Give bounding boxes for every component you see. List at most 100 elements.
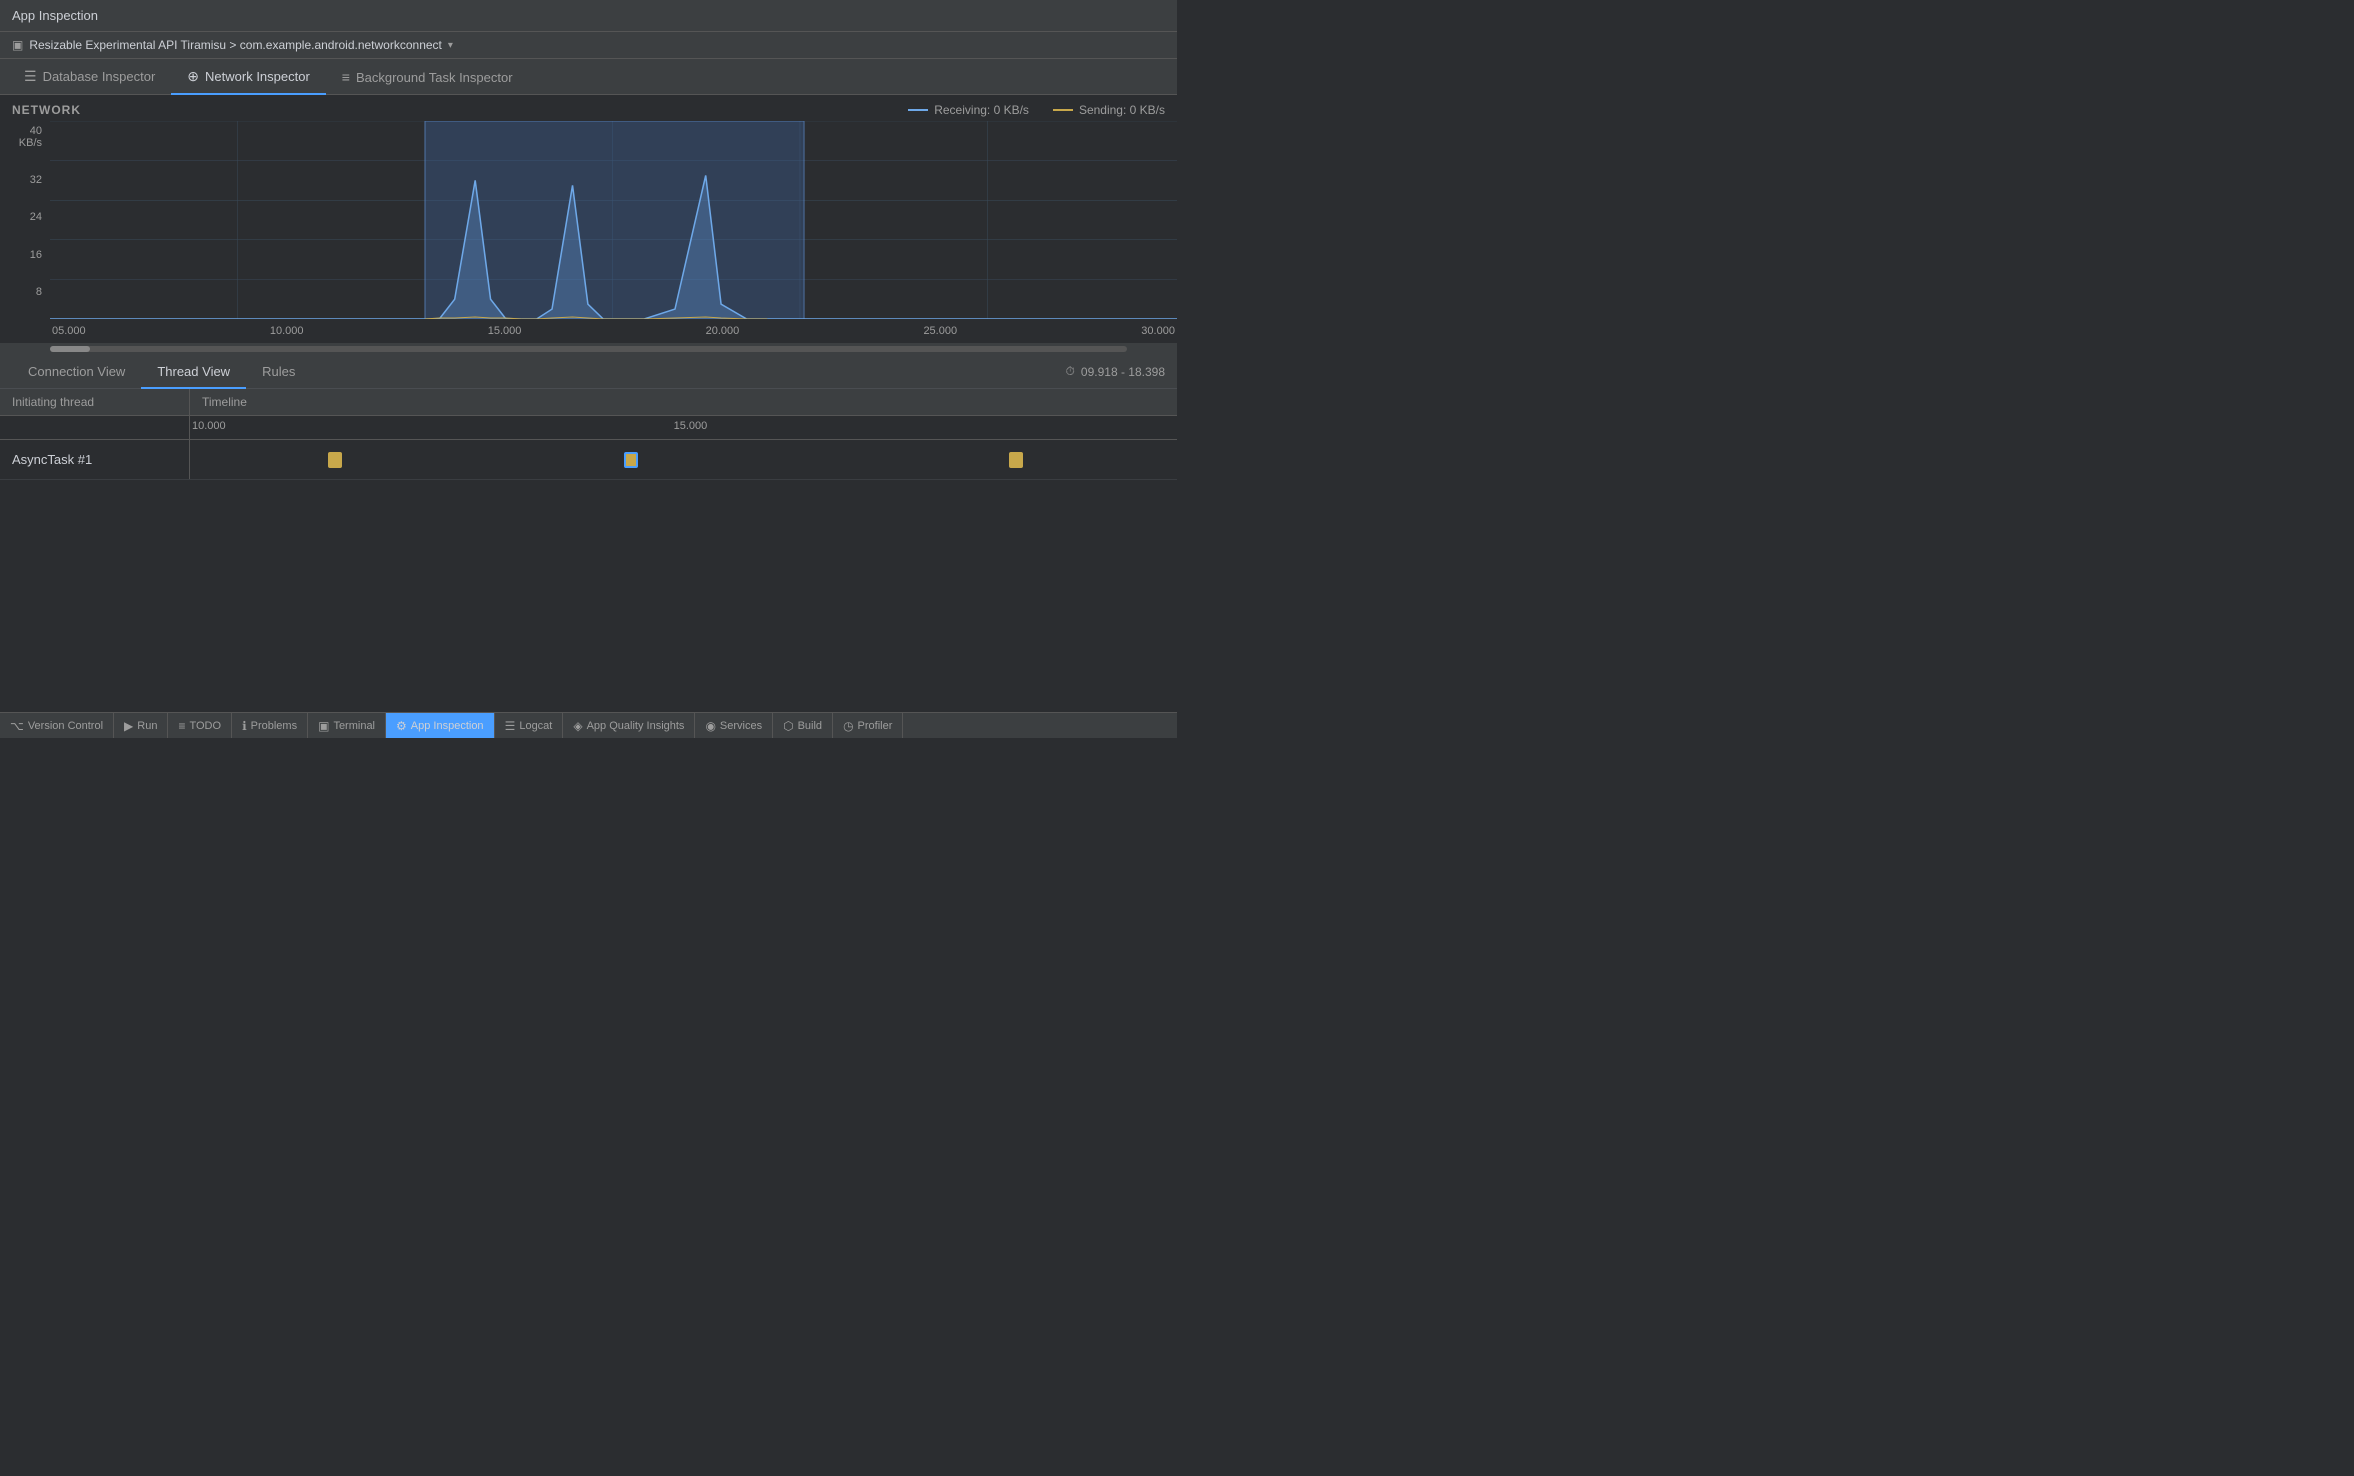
col-initiating-thread: Initiating thread (0, 389, 190, 415)
tab-thread-view[interactable]: Thread View (141, 356, 246, 389)
problems-icon: ℹ (242, 719, 247, 733)
network-header: NETWORK Receiving: 0 KB/s Sending: 0 KB/… (0, 103, 1177, 121)
ticks-label-spacer (0, 416, 190, 439)
y-axis-24: 24 (8, 211, 42, 223)
receiving-legend-line (908, 109, 928, 111)
background-tab-label: Background Task Inspector (356, 70, 513, 85)
title-bar: App Inspection (0, 0, 1177, 32)
x-label-10: 10.000 (270, 325, 304, 337)
device-bar: ▣ Resizable Experimental API Tiramisu > … (0, 32, 1177, 59)
thread-view-label: Thread View (157, 364, 230, 379)
app-title: App Inspection (12, 8, 98, 23)
device-selector[interactable]: ▣ Resizable Experimental API Tiramisu > … (12, 38, 453, 52)
tab-rules[interactable]: Rules (246, 356, 311, 389)
col-timeline: Timeline (190, 389, 1177, 415)
timeline-block-1[interactable] (328, 452, 342, 468)
timeline-ticks-area: 10.000 15.000 (190, 416, 1177, 439)
status-version-control[interactable]: ⌥ Version Control (0, 713, 114, 738)
timeline-ticks-row: 10.000 15.000 (0, 416, 1177, 440)
x-label-15: 15.000 (488, 325, 522, 337)
network-title: NETWORK (12, 103, 81, 117)
device-icon: ▣ (12, 38, 23, 52)
todo-label: TODO (189, 720, 221, 732)
status-problems[interactable]: ℹProblems (232, 713, 308, 738)
status-run[interactable]: ▶Run (114, 713, 168, 738)
scrollbar-thumb[interactable] (50, 346, 90, 352)
chart-container[interactable]: 40 KB/s 32 24 16 8 (0, 121, 1177, 343)
inspector-tabs: ☰ Database Inspector ⊕ Network Inspector ≡Ba… (0, 59, 1177, 95)
y-axis-top: 40 KB/s (8, 125, 42, 149)
connection-view-label: Connection View (28, 364, 125, 379)
asynctask-label: AsyncTask #1 (12, 452, 92, 467)
y-axis-32: 32 (8, 174, 42, 186)
profiler-icon: ◷ (843, 719, 853, 733)
chart-main[interactable]: 05.000 10.000 15.000 20.000 25.000 30.00… (50, 121, 1177, 343)
network-area: NETWORK Receiving: 0 KB/s Sending: 0 KB/… (0, 95, 1177, 355)
status-profiler[interactable]: ◷Profiler (833, 713, 903, 738)
terminal-icon: ▣ (318, 719, 329, 733)
scrollbar-area[interactable] (0, 343, 1177, 355)
x-axis-labels: 05.000 10.000 15.000 20.000 25.000 30.00… (50, 325, 1177, 337)
thread-table: Initiating thread Timeline 10.000 15.000… (0, 389, 1177, 712)
status-app-quality[interactable]: ◈App Quality Insights (563, 713, 695, 738)
receiving-label: Receiving: 0 KB/s (934, 103, 1029, 117)
services-label: Services (720, 720, 762, 732)
app-quality-icon: ◈ (573, 719, 582, 733)
x-label-25: 25.000 (923, 325, 957, 337)
status-logcat[interactable]: ☰Logcat (495, 713, 564, 738)
y-axis-8: 8 (8, 286, 42, 298)
thread-table-header: Initiating thread Timeline (0, 389, 1177, 416)
tick-10000: 10.000 (192, 420, 226, 432)
tab-connection-view[interactable]: Connection View (12, 356, 141, 389)
services-icon: ◉ (705, 719, 715, 733)
database-tab-label: Database Inspector (43, 69, 156, 84)
run-label: Run (137, 720, 157, 732)
version-control-icon: ⌥ (10, 719, 24, 733)
status-app-inspection[interactable]: ⚙App Inspection (386, 713, 495, 738)
x-label-05: 05.000 (52, 325, 86, 337)
tick-15000: 15.000 (674, 420, 708, 432)
x-axis: 05.000 10.000 15.000 20.000 25.000 30.00… (50, 319, 1177, 343)
status-terminal[interactable]: ▣Terminal (308, 713, 386, 738)
sending-legend-line (1053, 109, 1073, 111)
app-inspection-icon: ⚙ (396, 719, 407, 733)
receiving-legend: Receiving: 0 KB/s (908, 103, 1029, 117)
x-label-30: 30.000 (1141, 325, 1175, 337)
todo-icon: ≡ (178, 719, 185, 733)
timeline-block-3[interactable] (1009, 452, 1023, 468)
tab-database[interactable]: ☰ Database Inspector (8, 60, 171, 95)
network-tab-label: Network Inspector (205, 69, 310, 84)
x-label-20: 20.000 (706, 325, 740, 337)
version-control-label: Version Control (28, 720, 103, 732)
tab-background[interactable]: ≡Background Task Inspector (326, 61, 529, 95)
build-icon: ⬡ (783, 719, 793, 733)
view-tabs-left: Connection View Thread View Rules (12, 355, 311, 388)
tab-network[interactable]: ⊕ Network Inspector (171, 60, 326, 95)
sending-label: Sending: 0 KB/s (1079, 103, 1165, 117)
status-todo[interactable]: ≡ TODO (168, 713, 232, 738)
dropdown-arrow-icon: ▾ (448, 40, 453, 51)
time-range-value: 09.918 - 18.398 (1081, 365, 1165, 379)
logcat-label: Logcat (519, 720, 552, 732)
y-axis: 40 KB/s 32 24 16 8 (0, 121, 50, 343)
col-initiating-thread-label: Initiating thread (12, 395, 94, 409)
network-tab-icon: ⊕ (187, 68, 199, 85)
logcat-icon: ☰ (505, 719, 516, 733)
scrollbar-track[interactable] (50, 346, 1127, 352)
sending-legend: Sending: 0 KB/s (1053, 103, 1165, 117)
legend: Receiving: 0 KB/s Sending: 0 KB/s (908, 103, 1165, 117)
clock-icon: ⏱ (1066, 364, 1075, 379)
status-bar: ⌥ Version Control ▶Run ≡ TODO ℹProblems▣Termi… (0, 712, 1177, 738)
build-label: Build (798, 720, 822, 732)
row-label-asynctask: AsyncTask #1 (0, 440, 190, 479)
status-build[interactable]: ⬡ Build (773, 713, 833, 738)
thread-table-body: 10.000 15.000 AsyncTask #1 (0, 416, 1177, 712)
status-services[interactable]: ◉ Services (695, 713, 773, 738)
table-row: AsyncTask #1 (0, 440, 1177, 480)
row-timeline-asynctask[interactable] (190, 440, 1177, 479)
rules-label: Rules (262, 364, 295, 379)
timeline-block-2[interactable] (624, 452, 638, 468)
view-tabs: Connection View Thread View Rules ⏱ 09.9… (0, 355, 1177, 389)
database-tab-icon: ☰ (24, 68, 37, 85)
col-timeline-label: Timeline (202, 395, 247, 409)
